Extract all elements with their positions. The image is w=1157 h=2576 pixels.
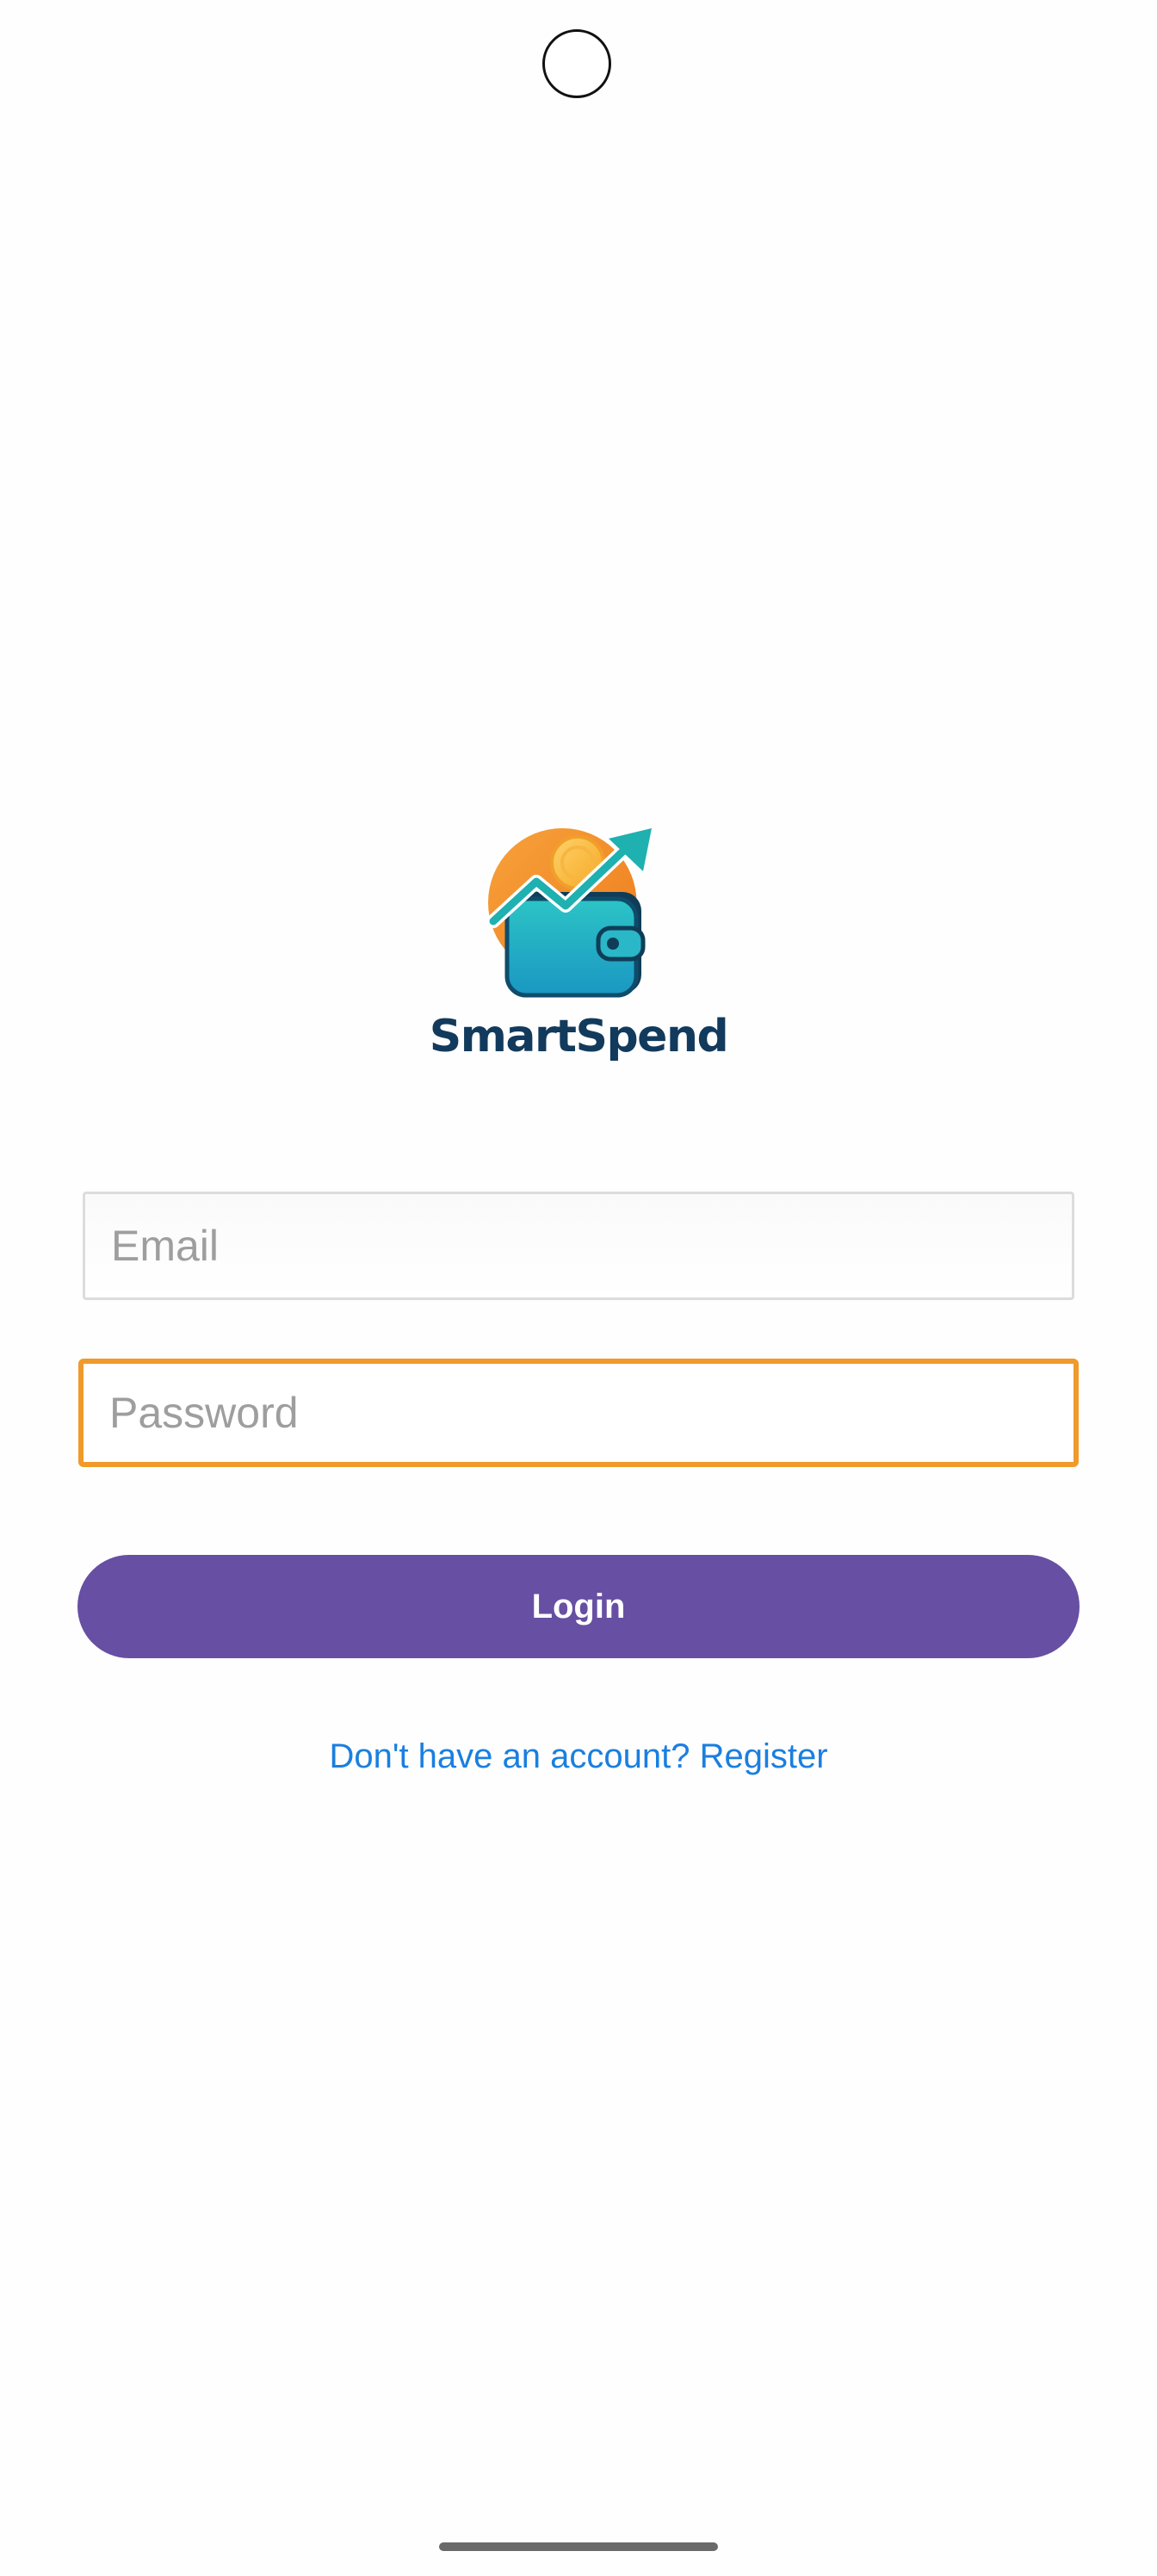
register-link[interactable]: Don't have an account? Register xyxy=(0,1731,1157,1782)
password-field[interactable] xyxy=(78,1359,1079,1467)
wallet-growth-icon xyxy=(488,827,652,998)
home-indicator[interactable] xyxy=(439,2542,718,2551)
email-input[interactable] xyxy=(111,1194,1072,1297)
password-input[interactable] xyxy=(109,1364,1073,1462)
login-button[interactable]: Login xyxy=(77,1555,1080,1658)
app-name: SmartSpend xyxy=(429,1011,729,1062)
login-screen: SmartSpend Login Don't have an account? … xyxy=(0,0,1157,2576)
email-field[interactable] xyxy=(83,1192,1074,1300)
app-logo: SmartSpend xyxy=(0,827,1157,1064)
camera-cutout xyxy=(542,29,611,98)
